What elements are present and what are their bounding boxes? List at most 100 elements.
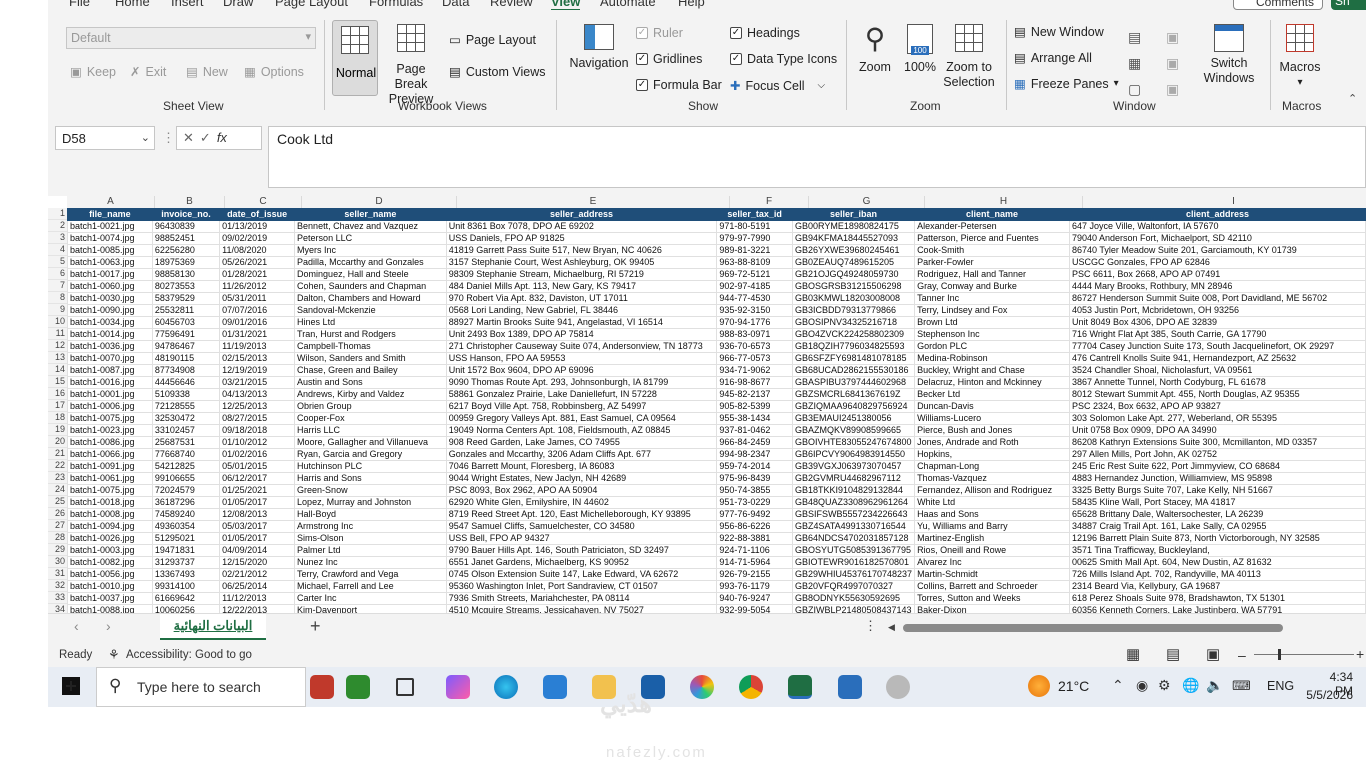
table-cell[interactable]: GBZ4SATA4991330716544 bbox=[791, 520, 916, 533]
table-cell[interactable]: Armstrong Inc bbox=[294, 520, 447, 533]
table-cell[interactable]: Obrien Group bbox=[294, 400, 447, 413]
row-header[interactable]: 4 bbox=[48, 244, 67, 256]
table-cell[interactable]: Gonzales and Mccarthy, 3206 Adam Cliffs … bbox=[445, 448, 718, 461]
table-cell[interactable]: 65628 Brittany Dale, Waltersochester, LA… bbox=[1068, 508, 1366, 521]
table-cell[interactable]: 245 Eric Rest Suite 622, Port Jimmyview,… bbox=[1068, 460, 1366, 473]
table-cell[interactable]: Cook-Smith bbox=[914, 244, 1070, 257]
share-button[interactable]: Sh bbox=[1331, 0, 1366, 10]
gridlines-checkbox[interactable]: ✓ Gridlines bbox=[636, 52, 702, 66]
row-header[interactable]: 25 bbox=[48, 496, 67, 508]
header-cell[interactable]: seller_address bbox=[445, 208, 718, 221]
row-header[interactable]: 8 bbox=[48, 292, 67, 304]
table-cell[interactable]: USS Daniels, FPO AP 91825 bbox=[445, 232, 718, 245]
row-header[interactable]: 31 bbox=[48, 568, 67, 580]
page-break-preview-button[interactable]: Page Break Preview bbox=[381, 24, 441, 107]
table-cell[interactable]: 8719 Reed Street Apt. 120, East Michelle… bbox=[445, 508, 718, 521]
taskbar-search[interactable]: ⚲ Type here to search bbox=[96, 667, 306, 707]
table-cell[interactable]: 01/13/2019 bbox=[219, 220, 296, 233]
row-header[interactable]: 7 bbox=[48, 280, 67, 292]
table-cell[interactable]: 95360 Washington Inlet, Port Sandraview,… bbox=[445, 580, 718, 593]
table-cell[interactable]: Unit 8361 Box 7078, DPO AE 69202 bbox=[445, 220, 718, 233]
enter-icon[interactable]: ✓ bbox=[200, 130, 217, 145]
table-cell[interactable]: GB00RYME18980824175 bbox=[791, 220, 916, 233]
normal-view-button[interactable]: Normal bbox=[332, 20, 378, 96]
table-cell[interactable]: 36187296 bbox=[151, 496, 221, 509]
comments-button[interactable]: Comments bbox=[1233, 0, 1323, 10]
row-header[interactable]: 32 bbox=[48, 580, 67, 592]
insert-function-button[interactable]: fx bbox=[217, 130, 227, 145]
table-cell[interactable]: 49360354 bbox=[151, 520, 221, 533]
header-cell[interactable]: date_of_issue bbox=[219, 208, 296, 221]
table-cell[interactable]: 06/25/2014 bbox=[219, 580, 296, 593]
table-cell[interactable]: 87734908 bbox=[151, 364, 221, 377]
table-cell[interactable]: 80273553 bbox=[151, 280, 221, 293]
table-cell[interactable]: Fernandez, Allison and Rodriguez bbox=[914, 484, 1070, 497]
table-cell[interactable]: Collins, Barrett and Schroeder bbox=[914, 580, 1070, 593]
table-cell[interactable]: Patterson, Pierce and Fuentes bbox=[914, 232, 1070, 245]
add-sheet-icon[interactable]: + bbox=[310, 616, 321, 637]
header-cell[interactable]: seller_tax_id bbox=[716, 208, 793, 221]
table-cell[interactable]: batch1-0090.jpg bbox=[67, 304, 153, 317]
table-cell[interactable]: 02/15/2013 bbox=[219, 352, 296, 365]
table-cell[interactable]: batch1-0001.jpg bbox=[67, 388, 153, 401]
table-cell[interactable]: batch1-0085.jpg bbox=[67, 244, 153, 257]
table-cell[interactable]: Andrews, Kirby and Valdez bbox=[294, 388, 447, 401]
table-cell[interactable]: batch1-0006.jpg bbox=[67, 400, 153, 413]
table-cell[interactable]: Austin and Sons bbox=[294, 376, 447, 389]
zoom-slider-handle[interactable] bbox=[1278, 649, 1281, 660]
table-cell[interactable]: 969-72-5121 bbox=[716, 268, 793, 281]
row-header[interactable]: 1 bbox=[48, 208, 67, 220]
table-cell[interactable]: batch1-0037.jpg bbox=[67, 592, 153, 605]
table-cell[interactable]: batch1-0026.jpg bbox=[67, 532, 153, 545]
scroll-left-icon[interactable]: ‹ bbox=[74, 618, 79, 634]
table-cell[interactable]: 944-77-4530 bbox=[716, 292, 793, 305]
table-cell[interactable]: PSC 6611, Box 2668, APO AP 07491 bbox=[1068, 268, 1366, 281]
table-cell[interactable]: batch1-0075.jpg bbox=[67, 484, 153, 497]
table-cell[interactable]: GB6SFZFY6981481078185 bbox=[791, 352, 916, 365]
table-cell[interactable]: batch1-0008.jpg bbox=[67, 508, 153, 521]
table-cell[interactable]: 11/19/2013 bbox=[219, 340, 296, 353]
table-cell[interactable]: batch1-0063.jpg bbox=[67, 256, 153, 269]
table-cell[interactable]: 04/13/2013 bbox=[219, 388, 296, 401]
network-icon[interactable]: 🌐 bbox=[1182, 677, 1199, 694]
table-cell[interactable]: 77704 Casey Junction Suite 173, South Ja… bbox=[1068, 340, 1366, 353]
tab-automate[interactable]: Automate bbox=[600, 0, 656, 9]
table-cell[interactable]: Peterson LLC bbox=[294, 232, 447, 245]
table-cell[interactable]: USS Hanson, FPO AA 59553 bbox=[445, 352, 718, 365]
table-cell[interactable]: 01/31/2021 bbox=[219, 328, 296, 341]
table-cell[interactable]: GB20VFQR4997070327 bbox=[791, 580, 916, 593]
table-cell[interactable]: 9090 Thomas Route Apt. 293, Johnsonburgh… bbox=[445, 376, 718, 389]
table-cell[interactable]: 34887 Craig Trail Apt. 161, Lake Sally, … bbox=[1068, 520, 1366, 533]
table-cell[interactable]: 12/08/2013 bbox=[219, 508, 296, 521]
table-cell[interactable]: GB18QZIH7796034825593 bbox=[791, 340, 916, 353]
table-cell[interactable]: Yu, Williams and Barry bbox=[914, 520, 1070, 533]
table-cell[interactable]: 79040 Anderson Fort, Michaelport, SD 421… bbox=[1068, 232, 1366, 245]
table-cell[interactable]: 18975369 bbox=[151, 256, 221, 269]
table-cell[interactable]: Green-Snow bbox=[294, 484, 447, 497]
row-header[interactable]: 15 bbox=[48, 376, 67, 388]
table-cell[interactable]: Torres, Sutton and Weeks bbox=[914, 592, 1070, 605]
table-cell[interactable]: batch1-0061.jpg bbox=[67, 472, 153, 485]
table-cell[interactable]: 01/10/2012 bbox=[219, 436, 296, 449]
table-cell[interactable]: Pierce, Bush and Jones bbox=[914, 424, 1070, 437]
table-cell[interactable]: USS Bell, FPO AP 94327 bbox=[445, 532, 718, 545]
table-cell[interactable]: Unit 0758 Box 0909, DPO AA 34990 bbox=[1068, 424, 1366, 437]
new-window-button[interactable]: ▤ New Window bbox=[1014, 24, 1104, 40]
row-header[interactable]: 11 bbox=[48, 328, 67, 340]
ruler-checkbox[interactable]: ✓ Ruler bbox=[636, 26, 683, 40]
new-view-button[interactable]: ▤ New bbox=[186, 64, 228, 80]
table-cell[interactable]: 956-86-6226 bbox=[716, 520, 793, 533]
table-cell[interactable]: 9790 Bauer Hills Apt. 146, South Patrici… bbox=[445, 544, 718, 557]
table-cell[interactable]: 950-74-3855 bbox=[716, 484, 793, 497]
table-cell[interactable]: GBZSMCRL6841367619Z bbox=[791, 388, 916, 401]
table-cell[interactable]: Tran, Hurst and Rodgers bbox=[294, 328, 447, 341]
row-header[interactable]: 33 bbox=[48, 592, 67, 604]
table-cell[interactable]: GB03KMWL18203008008 bbox=[791, 292, 916, 305]
table-cell[interactable]: 12196 Barrett Plain Suite 873, North Vic… bbox=[1068, 532, 1366, 545]
zoom-button[interactable]: ⚲ Zoom bbox=[854, 24, 896, 75]
table-cell[interactable]: Rodriguez, Hall and Tanner bbox=[914, 268, 1070, 281]
formula-input[interactable]: Cook Ltd bbox=[268, 126, 1366, 188]
table-cell[interactable]: 994-98-2347 bbox=[716, 448, 793, 461]
table-cell[interactable]: 988-83-0971 bbox=[716, 328, 793, 341]
table-cell[interactable]: 05/03/2017 bbox=[219, 520, 296, 533]
